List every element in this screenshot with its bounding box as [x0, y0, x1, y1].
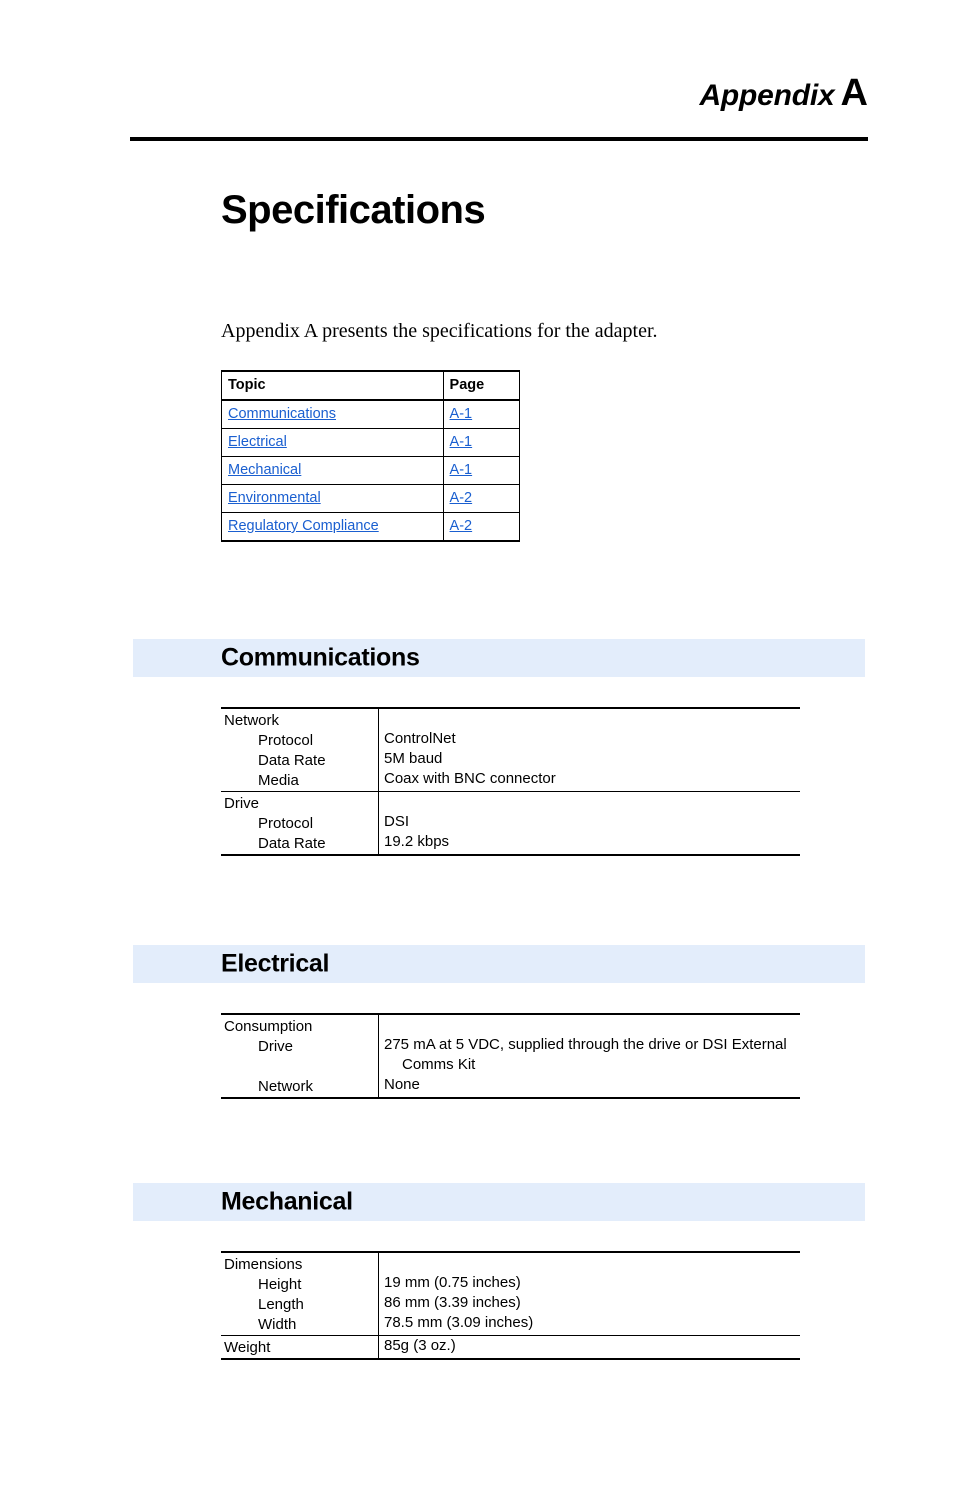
spec-value: 19.2 kbps	[384, 833, 450, 850]
group-name: Network	[224, 712, 280, 729]
spec-label: Media	[258, 772, 299, 789]
topic-link-regulatory-compliance[interactable]: Regulatory Compliance	[228, 518, 379, 534]
value-spacer	[384, 792, 800, 812]
appendix-letter: A	[840, 72, 868, 114]
spec-label-column: Dimensions Height Length Width	[221, 1252, 379, 1336]
topic-cell: Electrical	[221, 428, 444, 457]
spec-label: Data Rate	[258, 752, 326, 769]
spec-value: None	[384, 1076, 420, 1093]
appendix-running-head: Appendix A	[130, 72, 868, 115]
topic-link-communications[interactable]: Communications	[228, 406, 336, 422]
column-header-topic: Topic	[221, 370, 444, 401]
section-title-electrical: Electrical	[221, 949, 330, 978]
page-cell: A-2	[442, 484, 521, 513]
spec-value: 5M baud	[384, 750, 443, 767]
page-link-mechanical[interactable]: A-1	[450, 462, 473, 478]
communications-spec-table: Network Protocol Data Rate Media Control…	[221, 707, 800, 856]
topic-cell: Mechanical	[221, 456, 444, 485]
group-name: Weight	[224, 1339, 271, 1356]
spec-label: Data Rate	[258, 835, 326, 852]
table-row: Communications A-1	[221, 399, 521, 429]
appendix-word: Appendix	[699, 79, 835, 112]
spec-group-drive: Drive Protocol Data Rate DSI 19.2 kbps	[221, 791, 801, 856]
page-cell: A-1	[442, 456, 521, 485]
spec-value-column: 19 mm (0.75 inches) 86 mm (3.39 inches) …	[379, 1252, 801, 1336]
spec-value: ControlNet	[384, 730, 456, 747]
spec-label-column: Drive Protocol Data Rate	[221, 791, 379, 855]
section-title-communications: Communications	[221, 643, 420, 672]
header-rule-divider	[130, 137, 868, 141]
section-header-communications: Communications	[133, 639, 865, 677]
page-cell: A-1	[442, 428, 521, 457]
spec-value-column: DSI 19.2 kbps	[379, 792, 801, 856]
table-header-row: Topic Page	[221, 370, 521, 401]
spec-value: 85g (3 oz.)	[384, 1337, 456, 1354]
topic-cell: Communications	[221, 399, 444, 429]
spec-value: 275 mA at 5 VDC, supplied through the dr…	[384, 1036, 787, 1073]
spec-value-column: ControlNet 5M baud Coax with BNC connect…	[379, 708, 801, 792]
spec-label: Network	[258, 1078, 314, 1095]
page-cell: A-2	[442, 512, 521, 542]
topic-link-environmental[interactable]: Environmental	[228, 490, 321, 506]
group-name: Drive	[224, 795, 260, 812]
spec-value: 78.5 mm (3.09 inches)	[384, 1314, 534, 1331]
spec-label-column: Weight	[221, 1335, 379, 1359]
table-row: Environmental A-2	[221, 484, 521, 513]
mechanical-spec-table: Dimensions Height Length Width 19 mm (0.…	[221, 1251, 800, 1360]
table-row: Regulatory Compliance A-2	[221, 512, 521, 542]
section-header-electrical: Electrical	[133, 945, 865, 983]
spec-value: 86 mm (3.39 inches)	[384, 1294, 521, 1311]
page-title: Specifications	[221, 188, 486, 232]
group-name: Consumption	[224, 1018, 313, 1035]
topic-page-table: Topic Page Communications A-1 Electrical…	[221, 370, 521, 542]
page-cell: A-1	[442, 399, 521, 429]
spec-label: Length	[258, 1296, 304, 1313]
topic-cell: Regulatory Compliance	[221, 512, 444, 542]
table-row: Mechanical A-1	[221, 456, 521, 485]
spec-label-column: Consumption Drive Network	[221, 1014, 379, 1098]
label-spacer	[221, 1057, 378, 1077]
spec-group-network: Network Protocol Data Rate Media Control…	[221, 708, 800, 792]
column-header-page: Page	[442, 370, 521, 401]
topic-link-electrical[interactable]: Electrical	[228, 434, 287, 450]
page-link-environmental[interactable]: A-2	[450, 490, 473, 506]
topic-link-mechanical[interactable]: Mechanical	[228, 462, 301, 478]
spec-value: DSI	[384, 813, 410, 830]
spec-value: 19 mm (0.75 inches)	[384, 1274, 521, 1291]
page-link-communications[interactable]: A-1	[450, 406, 473, 422]
spec-group-consumption: Consumption Drive Network 275 mA at 5 VD…	[221, 1014, 800, 1098]
spec-label: Protocol	[258, 732, 314, 749]
value-spacer	[384, 709, 800, 729]
spec-group-weight: Weight 85g (3 oz.)	[221, 1335, 801, 1360]
page-link-regulatory-compliance[interactable]: A-2	[450, 518, 473, 534]
table-row: Electrical A-1	[221, 428, 521, 457]
intro-paragraph: Appendix A presents the specifications f…	[221, 320, 658, 342]
value-spacer	[384, 1253, 800, 1273]
section-title-mechanical: Mechanical	[221, 1187, 353, 1216]
spec-label: Protocol	[258, 815, 314, 832]
section-header-mechanical: Mechanical	[133, 1183, 865, 1221]
spec-value: Coax with BNC connector	[384, 770, 556, 787]
spec-value-column: 85g (3 oz.)	[379, 1336, 801, 1360]
value-spacer	[384, 1015, 800, 1035]
spec-label-column: Network Protocol Data Rate Media	[221, 708, 379, 792]
spec-group-dimensions: Dimensions Height Length Width 19 mm (0.…	[221, 1252, 800, 1336]
spec-label: Drive	[258, 1038, 294, 1055]
spec-value-column: 275 mA at 5 VDC, supplied through the dr…	[379, 1014, 801, 1098]
topic-cell: Environmental	[221, 484, 444, 513]
electrical-spec-table: Consumption Drive Network 275 mA at 5 VD…	[221, 1013, 800, 1099]
page-link-electrical[interactable]: A-1	[450, 434, 473, 450]
spec-label: Width	[258, 1316, 297, 1333]
group-name: Dimensions	[224, 1256, 303, 1273]
spec-label: Height	[258, 1276, 302, 1293]
